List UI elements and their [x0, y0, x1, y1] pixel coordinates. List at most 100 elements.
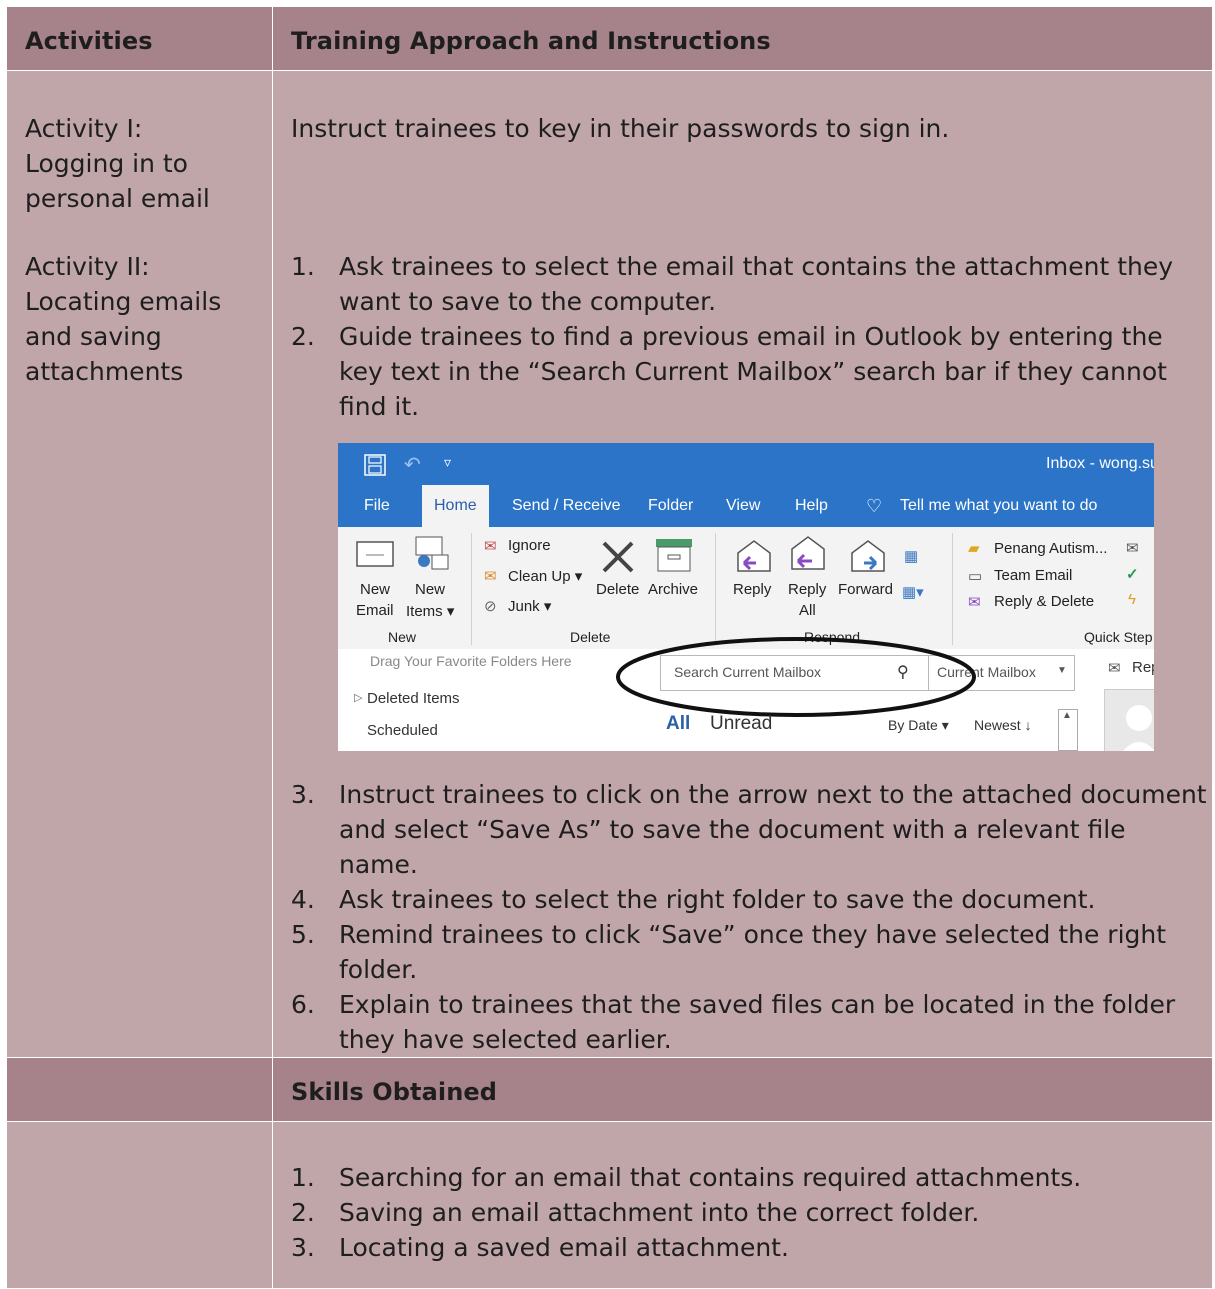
ribbon-tabs: File Home Send / Receive Folder View Hel… — [338, 485, 1154, 527]
step-number: 3. — [291, 780, 315, 809]
group-divider — [952, 533, 953, 645]
step-number: 2. — [291, 1198, 315, 1227]
reading-pane-reply[interactable]: Rep — [1132, 659, 1154, 676]
list-item: 6. Explain to trainees that the saved fil… — [291, 987, 1212, 1057]
folder-deleted-items[interactable]: Deleted Items — [367, 690, 460, 707]
list-item: 2. Saving an email attachment into the co… — [291, 1195, 1212, 1230]
skills-list: 1. Searching for an email that contains r… — [291, 1160, 1212, 1265]
group-divider — [471, 533, 472, 645]
outlook-screenshot: ↶ ▿ Inbox - wong.su File Home Send / Rec… — [338, 443, 1154, 751]
list-item: 4. Ask trainees to select the right folde… — [291, 882, 1212, 917]
activities-row: Activity I: Logging in to personal email… — [6, 70, 1213, 1058]
reply-label: Reply — [733, 581, 772, 598]
team-email-icon: ▭ — [968, 568, 983, 585]
more-respond-icon[interactable]: ▦▾ — [902, 583, 924, 601]
sort-newest[interactable]: Newest ↓ — [974, 717, 1032, 733]
reply-all-label: Reply — [788, 581, 827, 598]
activity2-steps-a: 1. Ask trainees to select the email that … — [291, 249, 1212, 424]
expand-icon[interactable]: ▷ — [354, 691, 362, 704]
step-number: 1. — [291, 1163, 315, 1192]
activity1-instruction: Instruct trainees to key in their passwo… — [291, 114, 950, 143]
new-email-icon — [356, 541, 394, 567]
tell-me-search[interactable]: Tell me what you want to do — [900, 485, 1097, 527]
reply-pane-icon[interactable]: ✉ — [1108, 659, 1121, 677]
group-label-new: New — [388, 629, 417, 645]
undo-icon[interactable]: ↶ — [404, 452, 421, 477]
reply-all-label: All — [799, 602, 816, 619]
outlook-lower-pane: Drag Your Favorite Folders Here ▷ Delete… — [338, 637, 1154, 751]
save-icon — [364, 454, 386, 476]
clean-up-button[interactable]: Clean Up ▾ — [508, 567, 582, 585]
reply-all-icon — [791, 536, 825, 570]
new-email-label: Email — [356, 602, 394, 619]
tab-folder[interactable]: Folder — [648, 485, 693, 527]
tab-home[interactable]: Home — [422, 485, 489, 527]
activity2-steps-b: 3. Instruct trainees to click on the arro… — [291, 777, 1212, 1057]
skill-text: Saving an email attachment into the corr… — [339, 1198, 980, 1227]
delete-label: Delete — [596, 581, 640, 598]
tab-view[interactable]: View — [726, 485, 760, 527]
sort-by-date[interactable]: By Date ▾ — [888, 717, 949, 734]
skills-cell: 1. Searching for an email that contains r… — [272, 1121, 1213, 1289]
skills-header-cell: Skills Obtained — [272, 1057, 1213, 1122]
ribbon-home: New Email New Items ▾ New ✉ Ignore ✉ Cle… — [338, 527, 1154, 650]
group-divider — [715, 533, 716, 645]
tab-file[interactable]: File — [364, 485, 390, 527]
activities-cell: Activity I: Logging in to personal email… — [6, 70, 273, 1058]
activity2-line: Activity II: — [25, 252, 150, 281]
folder-scheduled[interactable]: Scheduled — [367, 722, 438, 739]
person-icon — [1123, 705, 1154, 751]
tab-help[interactable]: Help — [795, 485, 828, 527]
junk-icon: ⊘ — [484, 598, 497, 615]
header-cell-activities: Activities — [6, 6, 273, 71]
step-number: 2. — [291, 322, 315, 351]
junk-button[interactable]: Junk ▾ — [508, 597, 551, 615]
header-approach: Training Approach and Instructions — [291, 27, 771, 55]
quick-step-reply-delete[interactable]: Reply & Delete — [994, 593, 1094, 610]
forward-icon — [851, 540, 885, 572]
step-number: 4. — [291, 885, 315, 914]
activity2-line: attachments — [25, 357, 184, 386]
chevron-down-icon: ▼ — [1057, 665, 1067, 676]
filter-unread[interactable]: Unread — [710, 713, 772, 735]
ignore-button[interactable]: Ignore — [508, 537, 551, 554]
group-label-delete: Delete — [570, 629, 611, 645]
to-manager-icon[interactable]: ✉ — [1126, 539, 1139, 557]
quick-step-team-email[interactable]: Team Email — [994, 567, 1072, 584]
outlook-titlebar: ↶ ▿ Inbox - wong.su — [338, 443, 1154, 485]
highlight-ellipse — [616, 637, 976, 717]
list-item: 1. Searching for an email that contains r… — [291, 1160, 1212, 1195]
archive-label: Archive — [648, 581, 699, 598]
activity1-line: Activity I: — [25, 114, 143, 143]
meeting-icon[interactable]: ▦ — [904, 547, 918, 565]
activity1-label: Activity I: Logging in to personal email — [7, 71, 272, 216]
step-number: 3. — [291, 1233, 315, 1262]
activity2-line: Locating emails — [25, 287, 222, 316]
scroll-up-icon[interactable]: ▲ — [1062, 710, 1072, 721]
activity2-line: and saving — [25, 322, 162, 351]
step-text: Guide trainees to find a previous email … — [339, 322, 1167, 421]
step-text: Ask trainees to select the email that co… — [339, 252, 1174, 316]
scrollbar[interactable]: ▲ — [1058, 709, 1078, 751]
header-cell-approach: Training Approach and Instructions — [272, 6, 1213, 71]
quick-step-penang[interactable]: Penang Autism... — [994, 540, 1107, 557]
filter-all[interactable]: All — [666, 713, 690, 735]
instructions-cell: Instruct trainees to key in their passwo… — [272, 70, 1213, 1058]
group-label-quick-steps: Quick Step — [1084, 629, 1153, 645]
forward-label: Forward — [838, 581, 894, 598]
skill-text: Searching for an email that contains req… — [339, 1163, 1082, 1192]
customize-toolbar-icon[interactable]: ▿ — [444, 454, 451, 471]
create-new-icon[interactable]: ϟ — [1128, 591, 1136, 608]
favorites-placeholder: Drag Your Favorite Folders Here — [370, 653, 572, 669]
list-item: 1. Ask trainees to select the email that … — [291, 249, 1212, 319]
new-email-label: New — [360, 581, 391, 598]
training-table: Activities Training Approach and Instruc… — [6, 6, 1213, 1289]
activity2-label: Activity II: Locating emails and saving … — [7, 216, 272, 389]
tab-send-receive[interactable]: Send / Receive — [512, 485, 621, 527]
step-number: 1. — [291, 252, 315, 281]
list-item: 3. Instruct trainees to click on the arro… — [291, 777, 1212, 882]
skills-row: 1. Searching for an email that contains r… — [6, 1121, 1213, 1289]
done-check-icon[interactable]: ✓ — [1126, 565, 1139, 583]
skill-text: Locating a saved email attachment. — [339, 1233, 789, 1262]
avatar — [1104, 689, 1154, 751]
